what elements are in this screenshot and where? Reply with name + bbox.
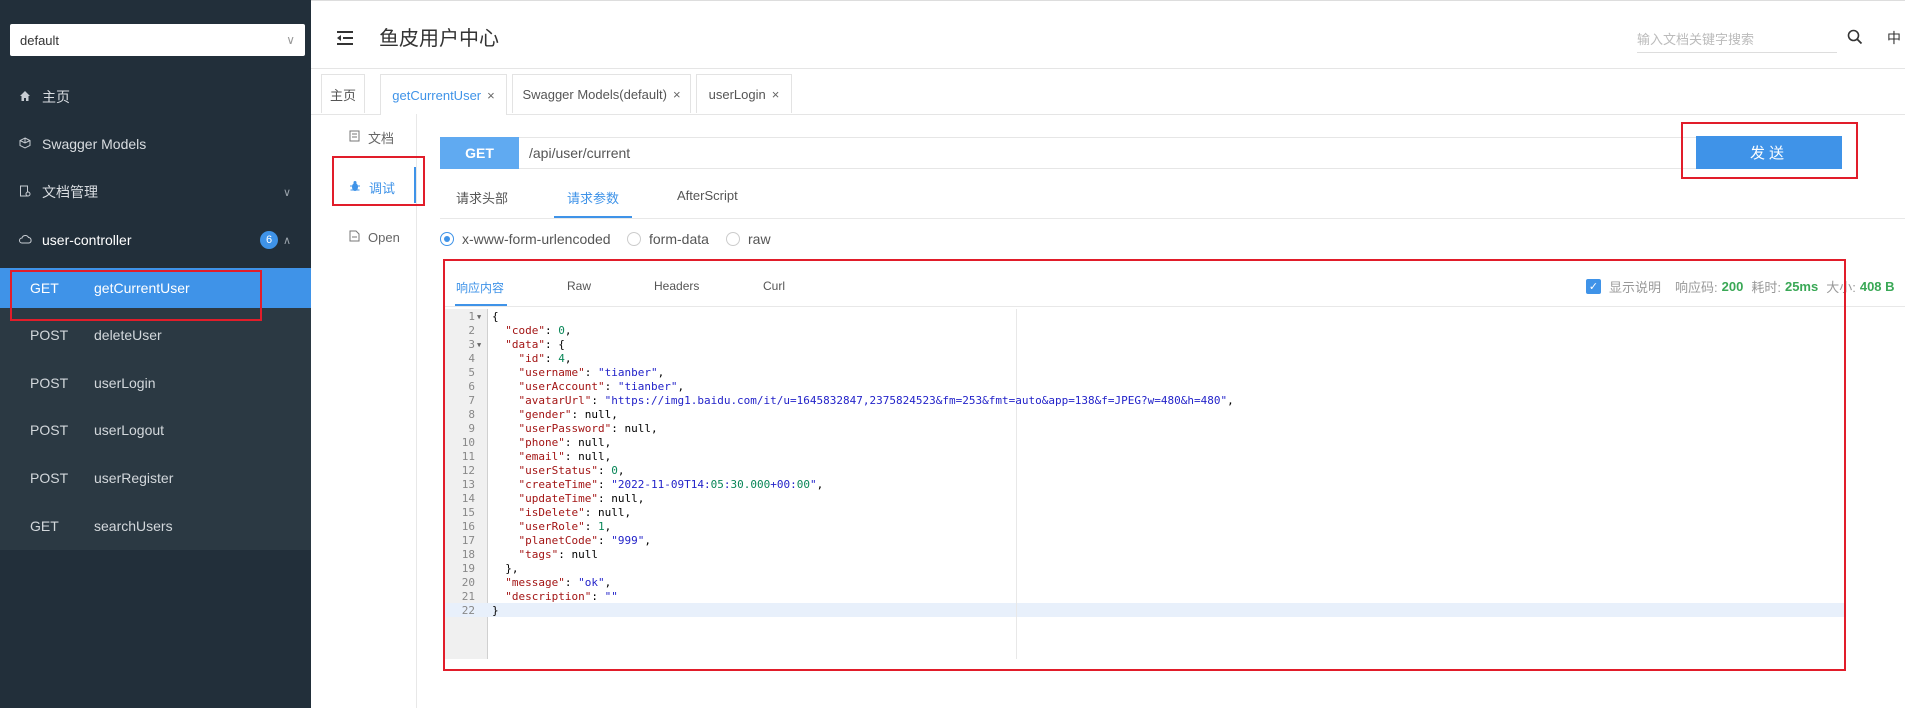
top-divider: [311, 0, 1905, 1]
subnav-doc[interactable]: 文档: [311, 117, 416, 157]
api-item-deleteuser[interactable]: POST deleteUser: [0, 315, 311, 355]
sidebar-item-label: 主页: [42, 89, 70, 105]
tab-label: Swagger Models(default): [522, 86, 667, 102]
cube-icon: [18, 136, 32, 152]
api-item-userlogout[interactable]: POST userLogout: [0, 410, 311, 450]
annotation-box: [10, 270, 262, 321]
sidebar-item-user-controller[interactable]: user-controller 6 ∧: [0, 216, 311, 264]
radio-dot: [627, 232, 641, 246]
radio-form-data[interactable]: form-data: [627, 231, 709, 247]
annotation-box: [1681, 122, 1858, 179]
close-icon[interactable]: ×: [673, 87, 681, 102]
header: 鱼皮用户中心 中: [311, 8, 1905, 69]
search-input[interactable]: [1637, 26, 1837, 53]
annotation-box: [443, 259, 1846, 671]
sidebar-item-home[interactable]: 主页: [0, 73, 311, 121]
file-icon: [349, 230, 360, 245]
radio-raw[interactable]: raw: [726, 231, 771, 247]
api-item-userregister[interactable]: POST userRegister: [0, 458, 311, 498]
document-manage-icon: [18, 185, 32, 200]
chevron-up-icon: ∧: [282, 234, 291, 247]
radio-urlencoded[interactable]: x-www-form-urlencoded: [440, 231, 611, 247]
api-method: POST: [30, 470, 69, 486]
home-icon: [18, 90, 32, 105]
cloud-icon: [18, 233, 32, 247]
chevron-down-icon: ∨: [286, 33, 295, 47]
subnav-label: 文档: [368, 130, 395, 146]
annotation-box: [332, 156, 425, 206]
api-name: deleteUser: [94, 327, 162, 343]
tab-label: 主页: [329, 87, 356, 103]
api-name: userRegister: [94, 470, 174, 486]
tab-swagger-models[interactable]: Swagger Models(default) ×: [512, 74, 691, 113]
method-badge: GET: [440, 137, 519, 169]
tab-request-params[interactable]: 请求参数: [567, 188, 619, 207]
page-title: 鱼皮用户中心: [379, 28, 499, 50]
radio-label: form-data: [649, 231, 709, 247]
api-method: POST: [30, 375, 69, 391]
api-item-userlogin[interactable]: POST userLogin: [0, 363, 311, 403]
tab-getcurrentuser[interactable]: getCurrentUser ×: [380, 74, 507, 115]
sidebar-item-doc-manage[interactable]: 文档管理 ∨: [0, 168, 311, 216]
sidebar-item-label: Swagger Models: [42, 136, 147, 152]
sidebar-item-swagger-models[interactable]: Swagger Models: [0, 120, 311, 168]
close-icon[interactable]: ×: [487, 88, 495, 103]
tab-bar: 主页 getCurrentUser × Swagger Models(defau…: [311, 69, 1905, 115]
divider: [440, 218, 1905, 219]
api-method: POST: [30, 422, 69, 438]
subnav-open[interactable]: Open: [311, 217, 416, 257]
group-select-value: default: [20, 32, 60, 48]
tab-label: getCurrentUser: [392, 87, 482, 103]
response-size: 408 B: [1859, 279, 1895, 294]
sidebar: default ∨ 主页 Swagger Models 文档管理 ∨ user-…: [0, 0, 311, 708]
sidebar-item-label: 文档管理: [42, 184, 98, 200]
search-icon[interactable]: [1846, 28, 1864, 46]
url-input[interactable]: [519, 137, 1703, 169]
count-badge: 6: [260, 231, 278, 249]
chevron-down-icon: ∨: [282, 186, 291, 199]
api-method: POST: [30, 327, 69, 343]
radio-label: raw: [748, 231, 771, 247]
tab-home[interactable]: 主页: [321, 74, 365, 113]
api-method: GET: [30, 518, 59, 534]
tab-userlogin[interactable]: userLogin ×: [696, 74, 792, 113]
api-name: searchUsers: [94, 518, 173, 534]
subnav-label: Open: [368, 229, 400, 245]
tab-afterscript[interactable]: AfterScript: [677, 188, 738, 203]
api-item-searchusers[interactable]: GET searchUsers: [0, 506, 311, 546]
api-name: userLogout: [94, 422, 165, 438]
radio-dot: [726, 232, 740, 246]
tab-request-headers[interactable]: 请求头部: [456, 188, 508, 207]
language-switch[interactable]: 中: [1887, 28, 1901, 48]
menu-fold-icon[interactable]: [335, 28, 355, 48]
group-select[interactable]: default ∨: [10, 24, 305, 56]
close-icon[interactable]: ×: [772, 87, 780, 102]
sidebar-item-label: user-controller: [42, 232, 132, 248]
radio-label: x-www-form-urlencoded: [462, 231, 611, 247]
api-name: userLogin: [94, 375, 156, 391]
tab-label: userLogin: [708, 86, 766, 102]
radio-dot: [440, 232, 454, 246]
doc-icon: [349, 130, 360, 145]
